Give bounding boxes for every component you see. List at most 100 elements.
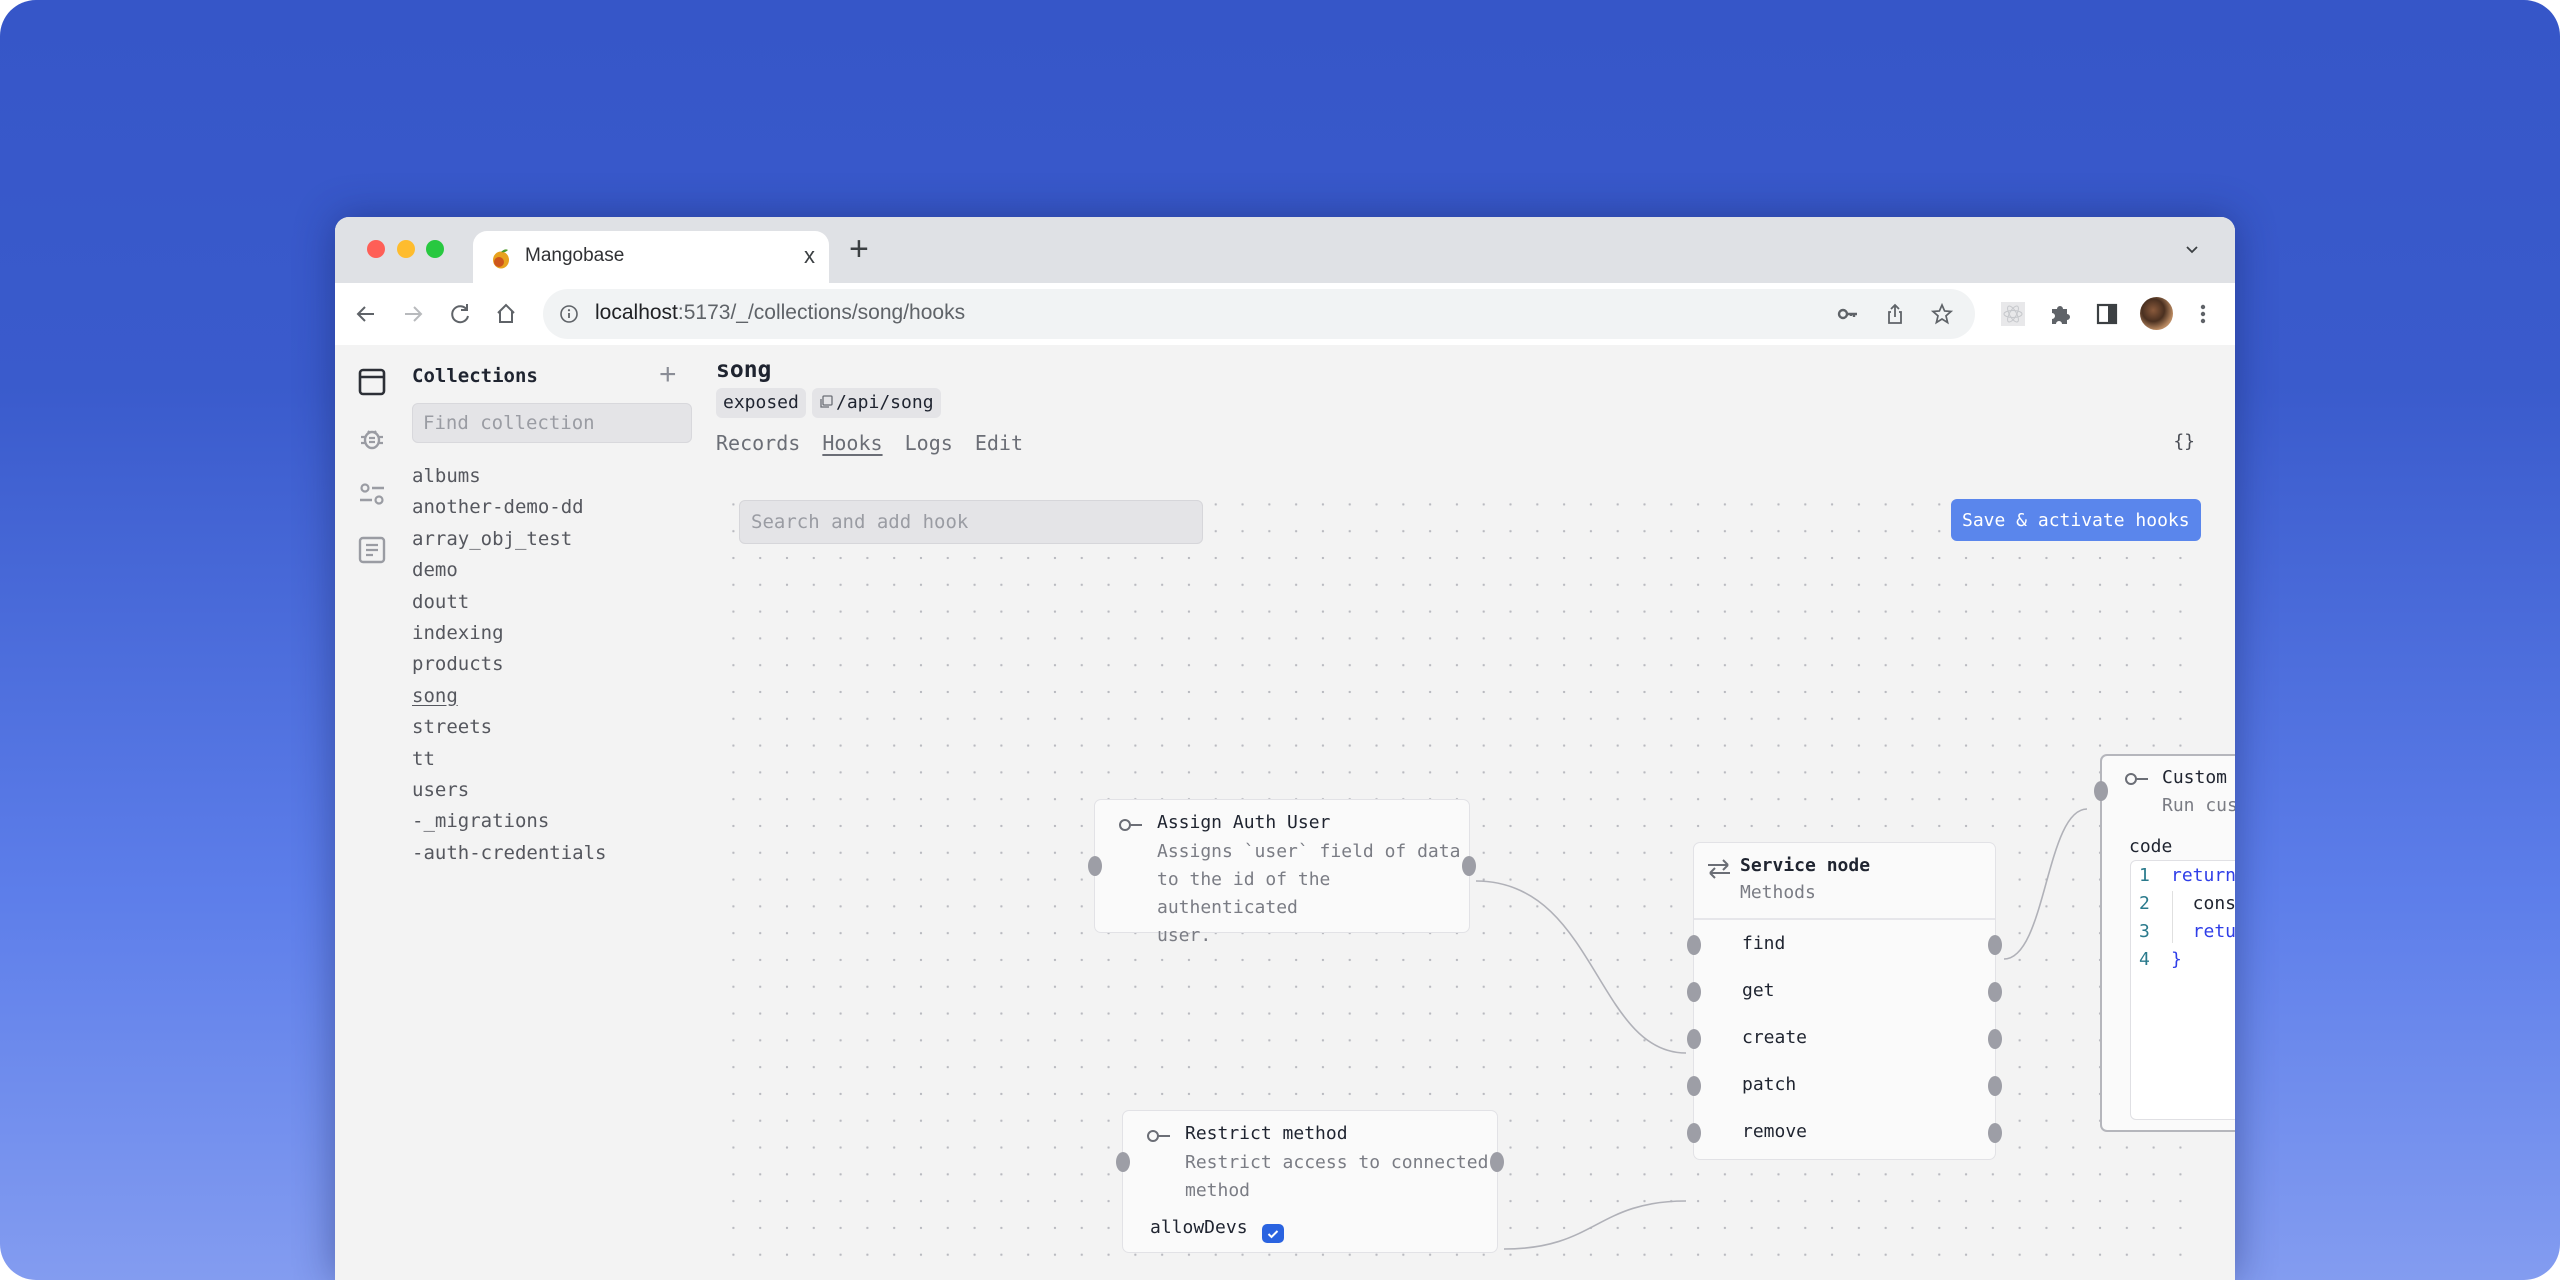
edge-restrict-to-remove[interactable] [1503,1200,1687,1250]
code-token: return async [2171,865,2235,886]
more-menu-icon[interactable] [2189,300,2217,328]
page-title: song [716,357,772,383]
node-description: Assigns `user` field of data to the id o… [1157,838,1469,950]
add-collection-button[interactable]: + [659,358,677,392]
address-bar[interactable]: localhost:5173/_/collections/song/hooks [543,289,1975,339]
tab-edit[interactable]: Edit [975,431,1023,455]
close-window-button[interactable] [367,240,385,258]
description-line: user. [1157,925,1212,946]
browser-tab[interactable]: Mangobase x [473,231,829,283]
save-activate-hooks-button[interactable]: Save & activate hooks [1951,499,2201,541]
code-line: 1return async (ctx, app) ⇒ { [2131,862,2235,890]
collection-tabs: Records Hooks Logs Edit [716,431,1033,455]
minimize-window-button[interactable] [397,240,415,258]
code-line: 4} [2131,946,2182,974]
key-icon[interactable] [1836,302,1860,326]
search-add-hook-input[interactable] [739,500,1203,544]
hooks-canvas[interactable]: Save & activate hooks Assign Auth User A… [716,487,2235,1280]
maximize-window-button[interactable] [426,240,444,258]
tab-records[interactable]: Records [716,431,800,455]
extensions-puzzle-icon[interactable] [2046,300,2074,328]
debug-bug-icon[interactable] [357,423,387,453]
collections-icon[interactable] [357,367,387,397]
find-input-handle[interactable] [1687,935,1701,955]
node-title: Restrict method [1185,1123,1348,1144]
swap-arrows-icon [1708,859,1730,879]
input-handle[interactable] [2094,781,2108,801]
create-input-handle[interactable] [1687,1029,1701,1049]
code-token: console.log [2192,893,2235,914]
patch-output-handle[interactable] [1988,1076,2002,1096]
collection-item-demo[interactable]: demo [412,555,606,586]
home-icon[interactable] [491,299,521,329]
collection-item-another-demo-dd[interactable]: another-demo-dd [412,492,606,523]
collection-item-users[interactable]: users [412,775,606,806]
collection-item-doutt[interactable]: doutt [412,587,606,618]
service-node[interactable]: Service node Methods find get create patch r… [1687,842,2002,1160]
code-editor[interactable]: 1return async (ctx, app) ⇒ { 2 console.lo… [2130,860,2235,1120]
code-token: return [2192,921,2235,942]
star-bookmark-icon[interactable] [1930,302,1954,326]
collection-item-auth-credentials[interactable]: -auth-credentials [412,838,606,869]
exposed-badge: exposed [716,388,806,418]
restrict-method-node[interactable]: Restrict method Restrict access to conne… [1116,1110,1504,1253]
reload-icon[interactable] [445,299,475,329]
tab-title: Mangobase [525,245,625,266]
code-line: 3 return ctx [2131,918,2235,946]
api-path-text: /api/song [836,392,934,413]
output-handle[interactable] [1490,1152,1504,1172]
collection-item-products[interactable]: products [412,649,606,680]
tab-logs[interactable]: Logs [905,431,953,455]
line-number: 4 [2139,949,2150,970]
collection-item-streets[interactable]: streets [412,712,606,743]
copy-icon[interactable] [819,395,833,409]
new-tab-button[interactable]: + [849,230,869,269]
find-output-handle[interactable] [1988,935,2002,955]
browser-window: Mangobase x + localhost:5173/_/collectio… [335,217,2235,1280]
hook-plug-icon [2125,773,2148,785]
collection-item-migrations[interactable]: -_migrations [412,806,606,837]
back-arrow-icon[interactable] [351,299,381,329]
collection-item-albums[interactable]: albums [412,461,606,492]
custom-code-node[interactable]: Custom Code Run custom code code 1 return… [2094,754,2235,1132]
description-line: Assigns `user` field of data [1157,841,1461,862]
create-output-handle[interactable] [1988,1029,2002,1049]
tab-hooks[interactable]: Hooks [822,431,882,455]
json-view-toggle[interactable]: {} [2173,431,2195,452]
edge-assign-to-create[interactable] [1475,880,1687,1054]
remove-output-handle[interactable] [1988,1123,2002,1143]
collection-list: albums another-demo-dd array_obj_test demo d… [412,461,606,869]
remove-input-handle[interactable] [1687,1123,1701,1143]
find-collection-input[interactable] [412,403,692,443]
tab-close-button[interactable]: x [804,243,815,269]
logs-document-icon[interactable] [357,535,387,565]
collection-item-song[interactable]: song [412,681,606,712]
profile-avatar[interactable] [2140,297,2173,330]
collection-item-indexing[interactable]: indexing [412,618,606,649]
node-title: Assign Auth User [1157,812,1331,833]
input-handle[interactable] [1088,856,1102,876]
node-description: Restrict access to connected method [1185,1149,1488,1205]
allow-devs-label: allowDevs [1150,1217,1248,1238]
patch-input-handle[interactable] [1687,1076,1701,1096]
share-icon[interactable] [1883,302,1907,326]
collection-item-tt[interactable]: tt [412,744,606,775]
allow-devs-checkbox[interactable] [1262,1224,1284,1243]
get-input-handle[interactable] [1687,982,1701,1002]
info-icon[interactable] [559,304,579,324]
tab-strip: Mangobase x + [335,217,2235,283]
method-label: find [1742,933,1786,954]
react-devtools-extension-icon[interactable] [1999,300,2027,328]
edge-find-to-custom[interactable] [2003,808,2088,960]
get-output-handle[interactable] [1988,982,2002,1002]
input-handle[interactable] [1116,1152,1130,1172]
forward-arrow-icon[interactable] [398,299,428,329]
assign-auth-user-node[interactable]: Assign Auth User Assigns `user` field of… [1088,799,1476,946]
chevron-down-icon[interactable] [2185,243,2199,257]
settings-toggles-icon[interactable] [357,479,387,509]
collection-item-array-obj-test[interactable]: array_obj_test [412,524,606,555]
api-path-badge[interactable]: /api/song [812,388,941,418]
side-panel-icon[interactable] [2093,300,2121,328]
url-text[interactable]: localhost:5173/_/collections/song/hooks [595,301,965,325]
line-number: 2 [2139,893,2150,914]
